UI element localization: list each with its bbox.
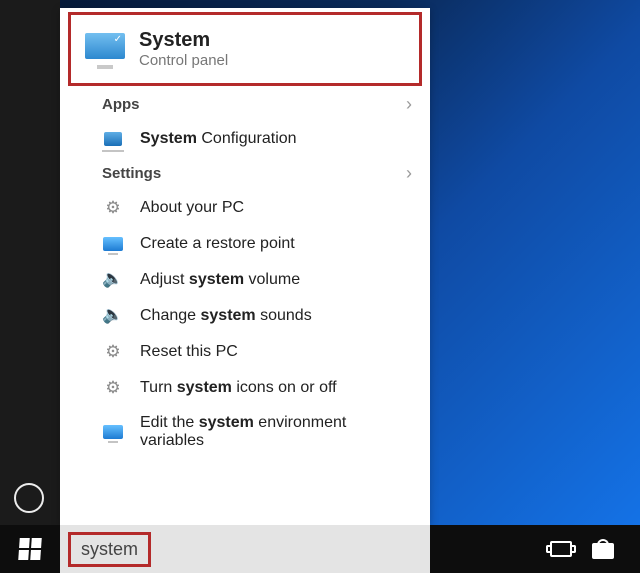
result-label: Reset this PC [140,343,238,361]
chevron-right-icon: › [406,163,412,184]
section-header-settings[interactable]: Settings › [60,157,430,190]
search-panel-rail [0,0,60,525]
speaker-icon: 🔈 [102,269,124,289]
section-header-label: Settings [102,165,161,182]
start-search-results-panel: System Control panel Apps › System Confi… [60,8,430,525]
best-match-subtitle: Control panel [139,52,228,69]
speaker-icon: 🔈 [102,305,124,325]
gear-icon: ⚙ [102,342,124,362]
result-item-adjust-volume[interactable]: 🔈 Adjust system volume [60,262,430,298]
chevron-right-icon: › [406,94,412,115]
store-icon[interactable] [592,539,614,559]
result-label: Change system sounds [140,307,312,325]
result-item-system-icons[interactable]: ⚙ Turn system icons on or off [60,370,430,406]
result-item-reset-pc[interactable]: ⚙ Reset this PC [60,334,430,370]
best-match-title: System [139,29,228,52]
best-match-result[interactable]: System Control panel [68,12,422,86]
result-item-env-variables[interactable]: Edit the system environment variables [60,406,430,458]
result-label: About your PC [140,199,244,217]
result-label: System Configuration [140,130,297,148]
app-icon [102,129,124,149]
cortana-icon[interactable] [14,483,44,513]
result-label: Turn system icons on or off [140,379,337,397]
result-label: Edit the system environment variables [140,414,412,450]
result-item-create-restore-point[interactable]: Create a restore point [60,226,430,262]
result-item-change-sounds[interactable]: 🔈 Change system sounds [60,298,430,334]
section-header-label: Apps [102,96,140,113]
search-query-text: system [68,532,151,567]
windows-logo-icon [18,538,42,560]
result-label: Create a restore point [140,235,295,253]
gear-icon: ⚙ [102,378,124,398]
start-button[interactable] [0,525,60,573]
result-item-system-configuration[interactable]: System Configuration [60,121,430,157]
monitor-icon [102,422,124,442]
result-label: Adjust system volume [140,271,300,289]
taskbar-search-box[interactable]: system [60,525,430,573]
taskbar-tray [550,539,640,559]
gear-icon: ⚙ [102,198,124,218]
system-monitor-icon [85,33,125,65]
section-header-apps[interactable]: Apps › [60,88,430,121]
taskbar: system [0,525,640,573]
result-item-about-your-pc[interactable]: ⚙ About your PC [60,190,430,226]
task-view-icon[interactable] [550,541,572,557]
monitor-icon [102,234,124,254]
